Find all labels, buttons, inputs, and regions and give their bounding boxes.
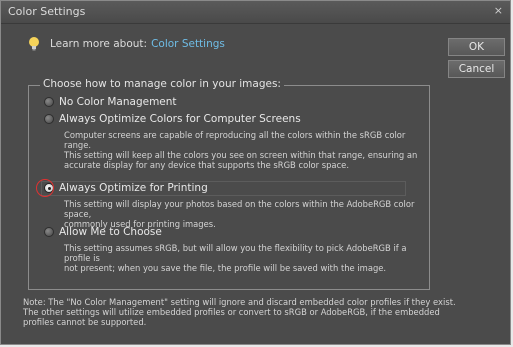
option-description: This setting will display your photos ba… [64,199,415,229]
option-allow-choose[interactable]: Allow Me to Choose [44,226,162,238]
window-title: Color Settings [8,5,86,18]
group-legend: Choose how to manage color in your image… [40,78,284,90]
radio-optimize-screens[interactable] [44,114,54,124]
annotation-circle [36,179,54,197]
lightbulb-icon [29,37,39,51]
selected-option-highlight [41,181,406,196]
option-description: This setting assumes sRGB, but will allo… [64,243,407,273]
learn-more-label: Learn more about: [50,38,148,50]
option-label: No Color Management [59,96,177,108]
radio-allow-choose[interactable] [44,227,54,237]
color-settings-dialog: Color Settings × Learn more about: Color… [0,0,511,345]
color-settings-help-link[interactable]: Color Settings [151,38,225,50]
close-icon[interactable]: × [494,4,503,17]
learn-more-row: Learn more about: Color Settings [27,36,225,52]
radio-no-color-management[interactable] [44,97,54,107]
option-description: Computer screens are capable of reproduc… [64,130,418,170]
option-optimize-screens[interactable]: Always Optimize Colors for Computer Scre… [44,113,301,125]
option-label: Always Optimize Colors for Computer Scre… [59,113,301,125]
option-label: Allow Me to Choose [59,226,162,238]
footer-note: Note: The "No Color Management" setting … [23,297,456,327]
title-bar: Color Settings × [1,1,510,24]
ok-button[interactable]: OK [448,38,505,56]
cancel-button[interactable]: Cancel [448,60,505,78]
option-no-color-management[interactable]: No Color Management [44,96,177,108]
